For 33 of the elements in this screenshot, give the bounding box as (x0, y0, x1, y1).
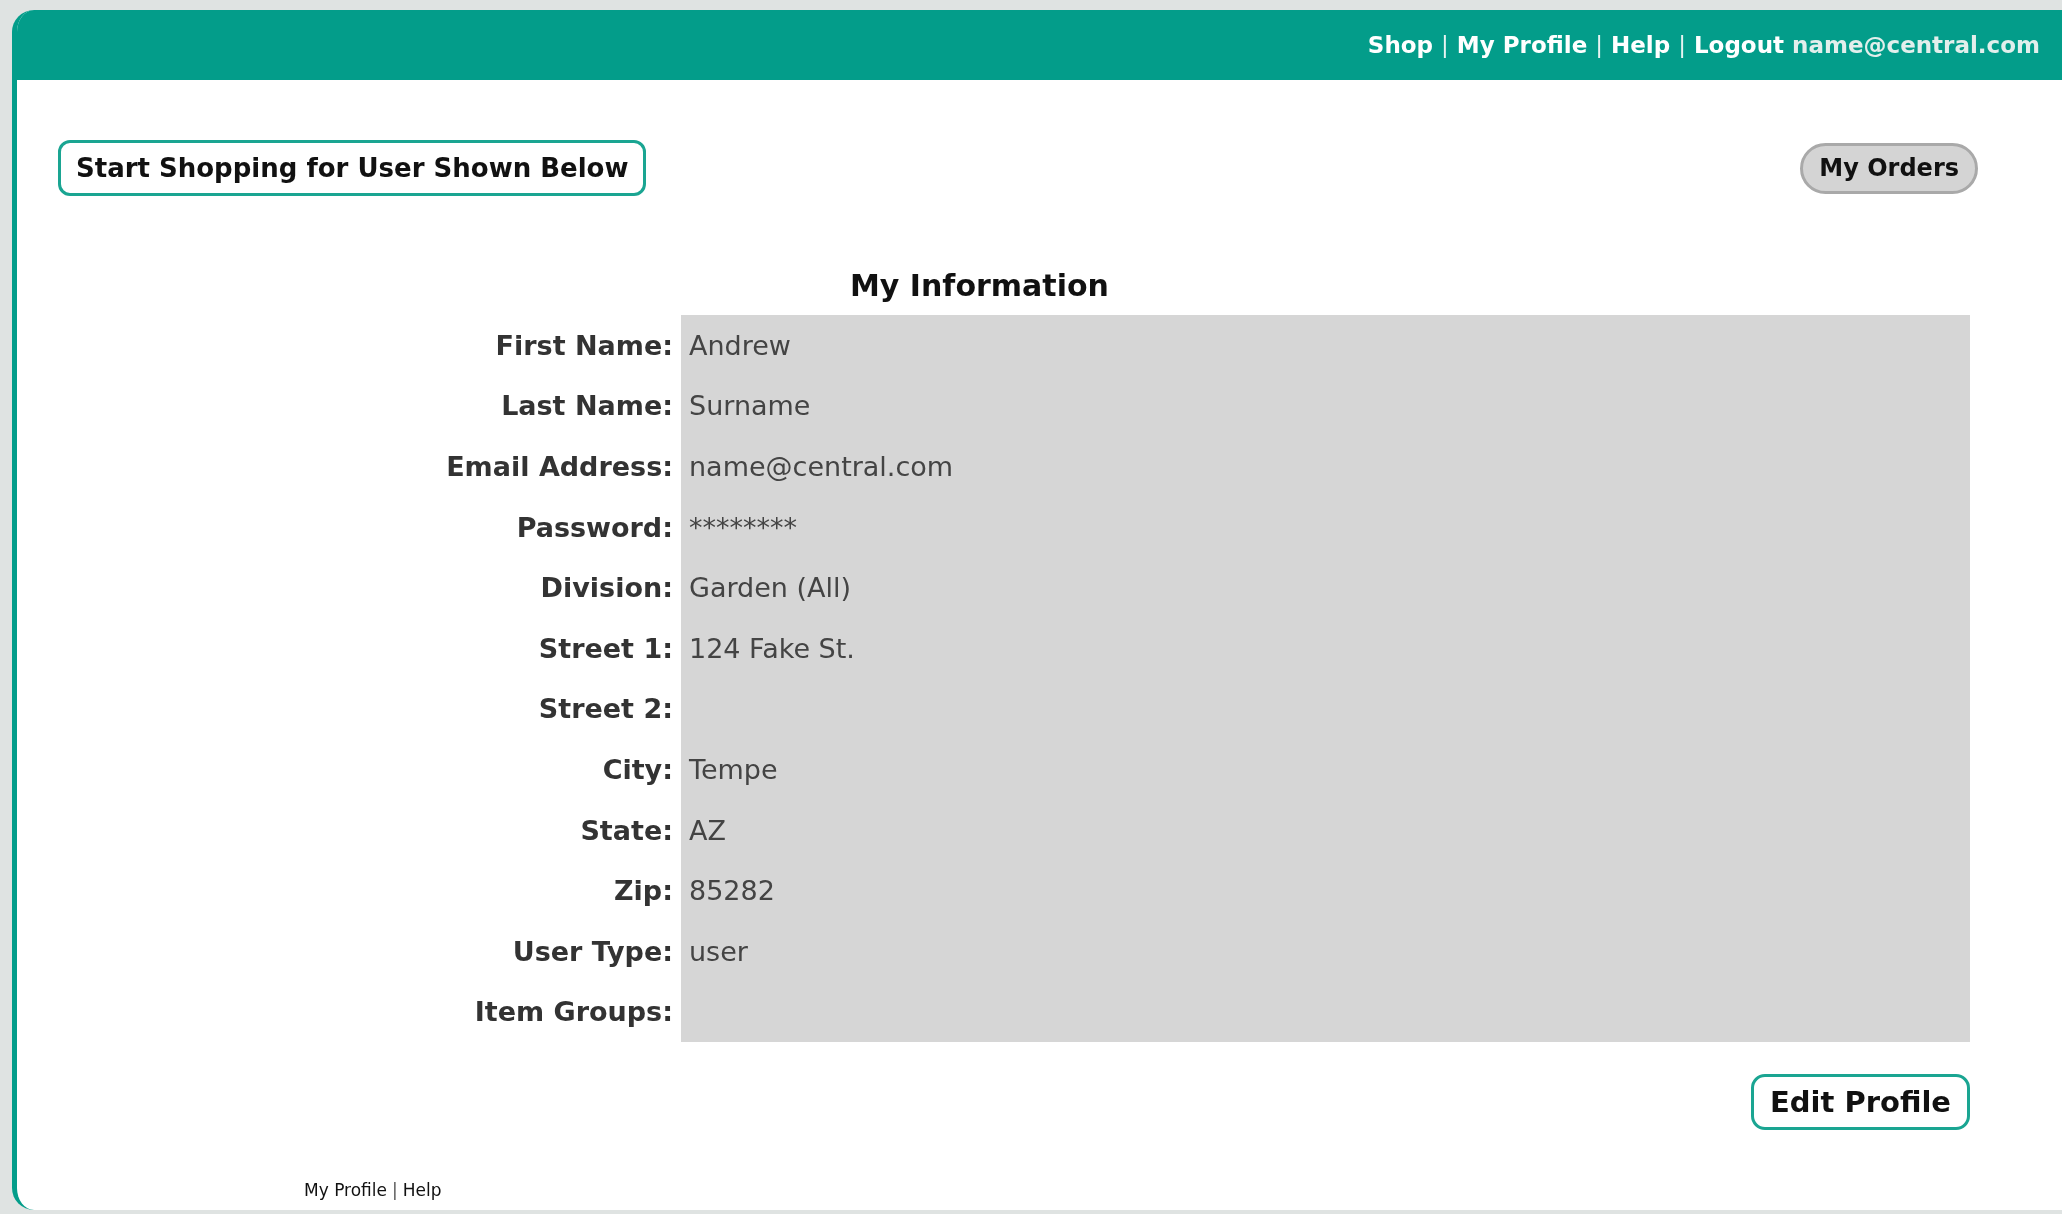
field-label: Email Address: (445, 450, 673, 484)
field-value: ******** (681, 496, 1970, 558)
start-shopping-button[interactable]: Start Shopping for User Shown Below (58, 140, 647, 196)
field-value: 85282 (681, 860, 1970, 921)
user-email: name@central.com (1792, 32, 2040, 58)
separator: | (1441, 32, 1449, 58)
separator: | (1678, 32, 1686, 58)
field-label: Street 1: (537, 631, 673, 666)
field-value: Andrew (681, 315, 1970, 376)
field-label: Last Name: (500, 389, 673, 424)
nav-link[interactable]: Help (402, 1180, 442, 1201)
field-value: Surname (681, 375, 1970, 437)
field-label: City: (601, 752, 673, 787)
field-label: Street 2: (537, 692, 673, 727)
field-value: user (681, 920, 1970, 982)
separator: | (392, 1180, 398, 1201)
field-value: Garden (All) (681, 557, 1970, 618)
field-label: First Name: (494, 328, 673, 363)
separator: | (1595, 32, 1603, 58)
nav-link[interactable]: My Profile (304, 1180, 387, 1201)
field-label: Password: (515, 510, 673, 545)
edit-profile-button[interactable]: Edit Profile (1750, 1074, 1970, 1131)
field-label: User Type: (511, 934, 673, 969)
field-value: Tempe (681, 739, 1970, 800)
field-value: name@central.com (681, 436, 1970, 497)
field-label: Item Groups: (473, 995, 673, 1030)
field-label: State: (579, 813, 673, 848)
field-label: Division: (539, 571, 673, 606)
field-value: AZ (681, 799, 1970, 861)
my-orders-button[interactable]: My Orders (1800, 142, 1978, 194)
field-label: Zip: (613, 874, 673, 909)
field-value: 124 Fake St. (681, 617, 1970, 679)
section-title: My Information (850, 268, 1110, 303)
